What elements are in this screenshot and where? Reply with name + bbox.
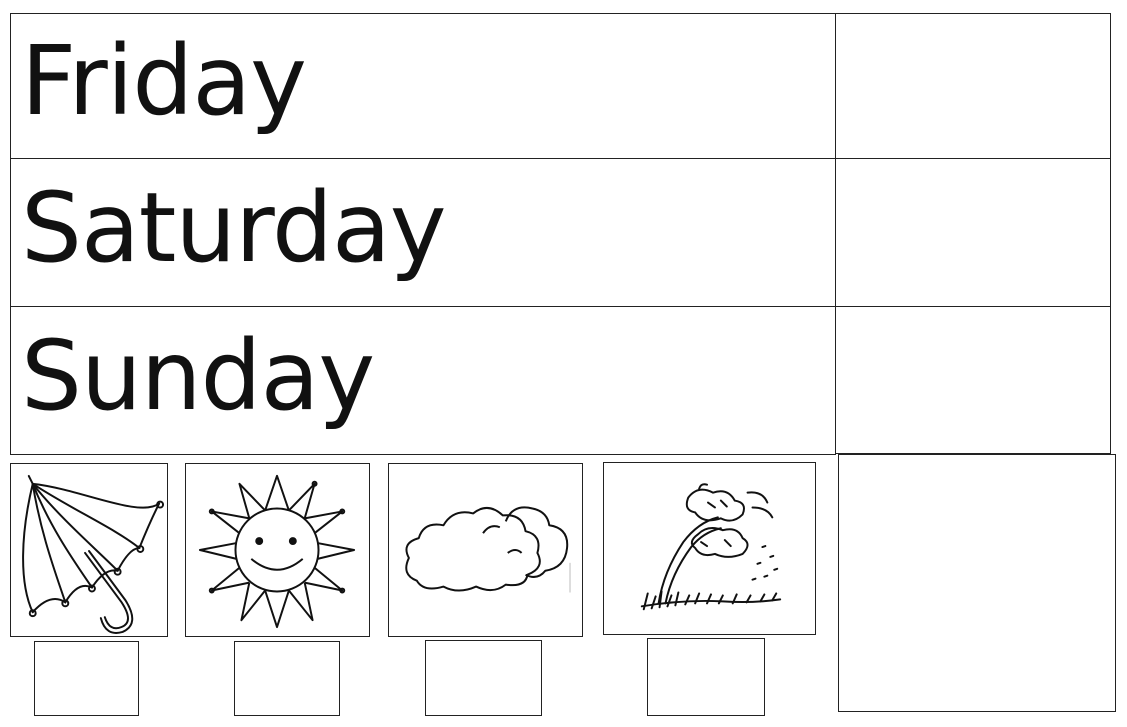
picture-answer-box-umbrella[interactable] (34, 641, 139, 716)
windy-tree-icon (640, 483, 782, 611)
picture-card-umbrella (10, 463, 168, 637)
picture-answer-box-cloud[interactable] (425, 640, 542, 716)
empty-box-bottom-right[interactable] (838, 454, 1116, 712)
sun-icon (198, 474, 356, 629)
day-label-saturday: Saturday (21, 171, 447, 284)
day-row-friday: Friday (10, 13, 836, 159)
day-label-sunday: Sunday (21, 319, 375, 432)
umbrella-icon (22, 474, 165, 634)
answer-box-sunday[interactable] (835, 306, 1111, 454)
picture-answer-box-sun[interactable] (234, 641, 340, 716)
answer-box-friday[interactable] (835, 13, 1111, 159)
cloud-icon (405, 506, 571, 593)
picture-answer-box-windy-tree[interactable] (647, 638, 765, 716)
picture-card-windy-tree (603, 462, 816, 635)
answer-box-saturday[interactable] (835, 158, 1111, 307)
picture-card-sun (185, 463, 370, 637)
day-row-saturday: Saturday (10, 158, 836, 307)
day-label-friday: Friday (21, 25, 307, 138)
day-row-sunday: Sunday (10, 306, 836, 455)
picture-card-cloud (388, 463, 583, 637)
